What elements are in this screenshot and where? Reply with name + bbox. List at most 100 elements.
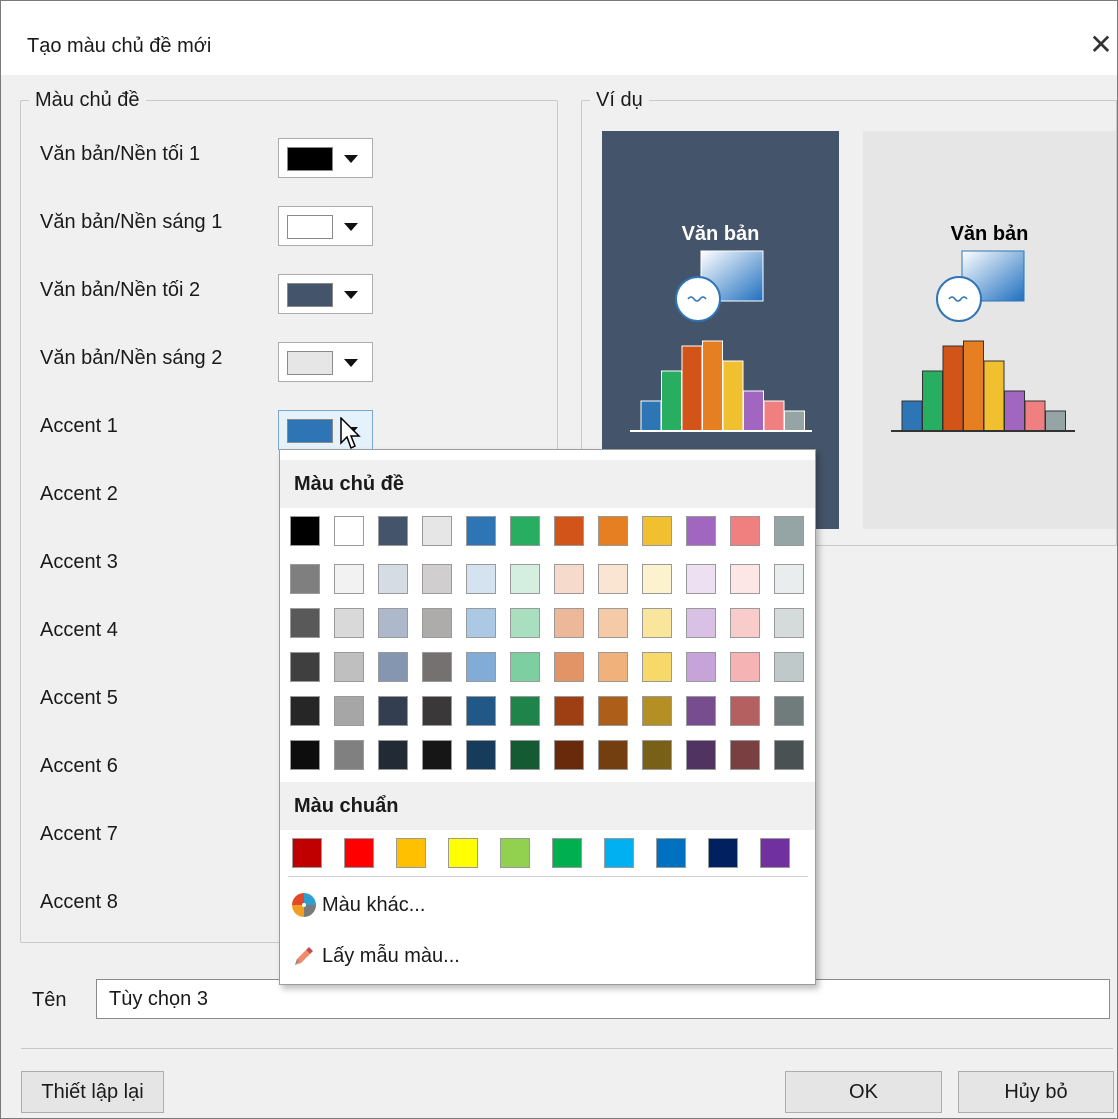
theme-color-cell[interactable]: [554, 696, 584, 726]
theme-color-cell[interactable]: [466, 608, 496, 638]
histogram-bar: [661, 370, 682, 432]
theme-color-cell[interactable]: [598, 608, 628, 638]
theme-color-cell[interactable]: [730, 564, 760, 594]
theme-color-cell[interactable]: [730, 740, 760, 770]
theme-color-cell[interactable]: [334, 696, 364, 726]
theme-color-cell[interactable]: [686, 740, 716, 770]
theme-color-cell[interactable]: [686, 652, 716, 682]
theme-color-cell[interactable]: [510, 564, 540, 594]
theme-color-cell[interactable]: [642, 652, 672, 682]
theme-color-cell[interactable]: [686, 516, 716, 546]
theme-color-cell[interactable]: [422, 740, 452, 770]
theme-color-cell[interactable]: [466, 696, 496, 726]
standard-color-cell[interactable]: [708, 838, 738, 868]
theme-color-cell[interactable]: [686, 564, 716, 594]
theme-color-cell[interactable]: [774, 652, 804, 682]
theme-color-cell[interactable]: [730, 652, 760, 682]
theme-color-cell[interactable]: [598, 740, 628, 770]
standard-color-cell[interactable]: [500, 838, 530, 868]
light-histogram: [901, 340, 1066, 432]
separator: [21, 1048, 1113, 1049]
standard-color-cell[interactable]: [344, 838, 374, 868]
theme-color-cell[interactable]: [422, 696, 452, 726]
ok-button[interactable]: OK: [785, 1071, 942, 1113]
theme-color-cell[interactable]: [466, 740, 496, 770]
theme-color-cell[interactable]: [774, 608, 804, 638]
standard-color-cell[interactable]: [292, 838, 322, 868]
close-icon[interactable]: ✕: [1086, 30, 1116, 60]
theme-color-cell[interactable]: [378, 516, 408, 546]
theme-color-cell[interactable]: [554, 608, 584, 638]
theme-color-cell[interactable]: [642, 564, 672, 594]
theme-color-dropdown[interactable]: [278, 138, 373, 178]
theme-color-cell[interactable]: [598, 564, 628, 594]
reset-button[interactable]: Thiết lập lại: [21, 1071, 164, 1113]
theme-color-cell[interactable]: [510, 608, 540, 638]
standard-color-cell[interactable]: [760, 838, 790, 868]
theme-color-cell[interactable]: [334, 516, 364, 546]
theme-color-cell[interactable]: [510, 740, 540, 770]
standard-color-cell[interactable]: [604, 838, 634, 868]
theme-color-cell[interactable]: [686, 696, 716, 726]
theme-color-cell[interactable]: [730, 608, 760, 638]
theme-color-cell[interactable]: [334, 564, 364, 594]
theme-color-cell[interactable]: [598, 652, 628, 682]
theme-color-cell[interactable]: [510, 696, 540, 726]
theme-color-cell[interactable]: [554, 740, 584, 770]
theme-color-cell[interactable]: [774, 564, 804, 594]
theme-color-cell[interactable]: [290, 652, 320, 682]
standard-color-cell[interactable]: [448, 838, 478, 868]
theme-row-label: Accent 1: [40, 415, 118, 437]
standard-colors-section: Màu chuẩn: [280, 782, 815, 830]
theme-color-cell[interactable]: [290, 564, 320, 594]
theme-color-cell[interactable]: [774, 740, 804, 770]
theme-color-cell[interactable]: [290, 696, 320, 726]
theme-color-cell[interactable]: [334, 608, 364, 638]
theme-color-cell[interactable]: [378, 740, 408, 770]
name-input[interactable]: Tùy chọn 3: [96, 979, 1110, 1019]
theme-color-cell[interactable]: [554, 564, 584, 594]
theme-color-cell[interactable]: [466, 516, 496, 546]
theme-color-cell[interactable]: [510, 516, 540, 546]
theme-color-cell[interactable]: [686, 608, 716, 638]
theme-color-cell[interactable]: [642, 608, 672, 638]
theme-color-cell[interactable]: [774, 696, 804, 726]
theme-color-cell[interactable]: [730, 696, 760, 726]
title-bar: Tạo màu chủ đề mới ✕: [1, 1, 1117, 75]
theme-color-cell[interactable]: [334, 740, 364, 770]
theme-color-cell[interactable]: [378, 652, 408, 682]
theme-colors-legend: Màu chủ đề: [35, 89, 140, 111]
theme-color-cell[interactable]: [774, 516, 804, 546]
theme-color-cell[interactable]: [422, 608, 452, 638]
theme-color-cell[interactable]: [642, 516, 672, 546]
theme-color-cell[interactable]: [510, 652, 540, 682]
theme-color-cell[interactable]: [598, 696, 628, 726]
theme-color-cell[interactable]: [290, 608, 320, 638]
theme-color-cell[interactable]: [422, 652, 452, 682]
standard-color-cell[interactable]: [396, 838, 426, 868]
theme-color-cell[interactable]: [290, 740, 320, 770]
theme-color-cell[interactable]: [598, 516, 628, 546]
theme-color-cell[interactable]: [466, 652, 496, 682]
theme-color-cell[interactable]: [422, 516, 452, 546]
mouse-cursor-icon: [340, 417, 361, 450]
theme-color-cell[interactable]: [334, 652, 364, 682]
theme-color-cell[interactable]: [378, 696, 408, 726]
theme-color-cell[interactable]: [642, 696, 672, 726]
theme-color-cell[interactable]: [730, 516, 760, 546]
standard-color-cell[interactable]: [552, 838, 582, 868]
theme-color-cell[interactable]: [290, 516, 320, 546]
theme-color-dropdown[interactable]: [278, 206, 373, 246]
theme-color-cell[interactable]: [422, 564, 452, 594]
theme-color-dropdown[interactable]: [278, 274, 373, 314]
theme-row-label: Accent 2: [40, 483, 118, 505]
standard-color-cell[interactable]: [656, 838, 686, 868]
theme-color-dropdown[interactable]: [278, 342, 373, 382]
theme-color-cell[interactable]: [378, 564, 408, 594]
theme-color-cell[interactable]: [466, 564, 496, 594]
theme-color-cell[interactable]: [554, 652, 584, 682]
theme-color-cell[interactable]: [642, 740, 672, 770]
theme-color-cell[interactable]: [378, 608, 408, 638]
theme-color-cell[interactable]: [554, 516, 584, 546]
cancel-button[interactable]: Hủy bỏ: [958, 1071, 1114, 1113]
